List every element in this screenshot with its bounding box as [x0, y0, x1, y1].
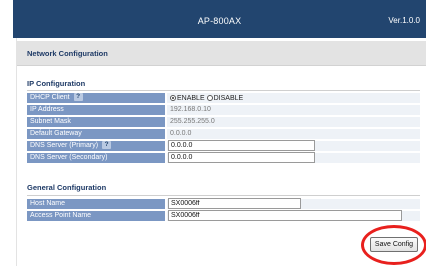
- dhcp-enable-label[interactable]: ENABLE: [177, 95, 205, 102]
- dns-primary-input[interactable]: [168, 140, 315, 151]
- dhcp-radio-group: ENABLE DISABLE: [170, 93, 245, 103]
- save-config-button[interactable]: Save Config: [370, 237, 418, 252]
- default-gateway-value: 0.0.0.0: [170, 130, 192, 137]
- dns-secondary-input[interactable]: [168, 152, 315, 163]
- dhcp-client-label: DHCP Client?: [27, 93, 165, 103]
- dhcp-disable-radio[interactable]: [206, 95, 213, 101]
- dns-primary-label-text: DNS Server (Primary): [30, 142, 99, 149]
- ip-address-value: 192.168.0.10: [170, 106, 211, 113]
- dns-secondary-label: DNS Server (Secondary): [27, 153, 165, 163]
- host-name-row: Host Name: [27, 198, 420, 209]
- dhcp-disable-label[interactable]: DISABLE: [214, 95, 244, 102]
- help-icon[interactable]: ?: [73, 93, 83, 102]
- default-gateway-label: Default Gateway: [27, 129, 165, 139]
- default-gateway-row: Default Gateway 0.0.0.0: [27, 129, 420, 139]
- help-icon[interactable]: ?: [102, 141, 112, 150]
- access-point-name-input[interactable]: [168, 210, 402, 221]
- access-point-name-label: Access Point Name: [27, 211, 165, 221]
- device-model-title: AP-800AX: [197, 16, 242, 26]
- default-gateway-cell: [167, 129, 420, 139]
- panel-title: Network Configuration: [27, 49, 108, 58]
- host-name-label: Host Name: [27, 199, 165, 209]
- ip-address-label: IP Address: [27, 105, 165, 115]
- dhcp-enable-radio[interactable]: [170, 95, 176, 101]
- subnet-mask-row: Subnet Mask 255.255.255.0: [27, 117, 420, 127]
- section-divider: [27, 195, 420, 196]
- access-point-name-row: Access Point Name: [27, 210, 420, 221]
- dns-primary-label: DNS Server (Primary)?: [27, 141, 165, 151]
- dns-secondary-row: DNS Server (Secondary): [27, 152, 420, 163]
- dhcp-client-label-text: DHCP Client: [30, 94, 70, 101]
- host-name-input[interactable]: [168, 198, 301, 209]
- general-configuration-title: General Configuration: [27, 183, 107, 192]
- ip-configuration-title: IP Configuration: [27, 79, 86, 88]
- dns-primary-row: DNS Server (Primary)?: [27, 140, 420, 151]
- subnet-mask-label: Subnet Mask: [27, 117, 165, 127]
- subnet-mask-value: 255.255.255.0: [170, 118, 215, 125]
- section-divider: [27, 90, 420, 91]
- network-configuration-panel: Network Configuration IP Configuration D…: [16, 38, 426, 266]
- dhcp-client-row: DHCP Client? ENABLE DISABLE: [27, 93, 420, 103]
- firmware-version: Ver.1.0.0: [388, 16, 420, 25]
- ip-address-row: IP Address 192.168.0.10: [27, 105, 420, 115]
- top-bar: AP-800AX Ver.1.0.0: [13, 0, 426, 38]
- panel-header: Network Configuration: [17, 41, 426, 66]
